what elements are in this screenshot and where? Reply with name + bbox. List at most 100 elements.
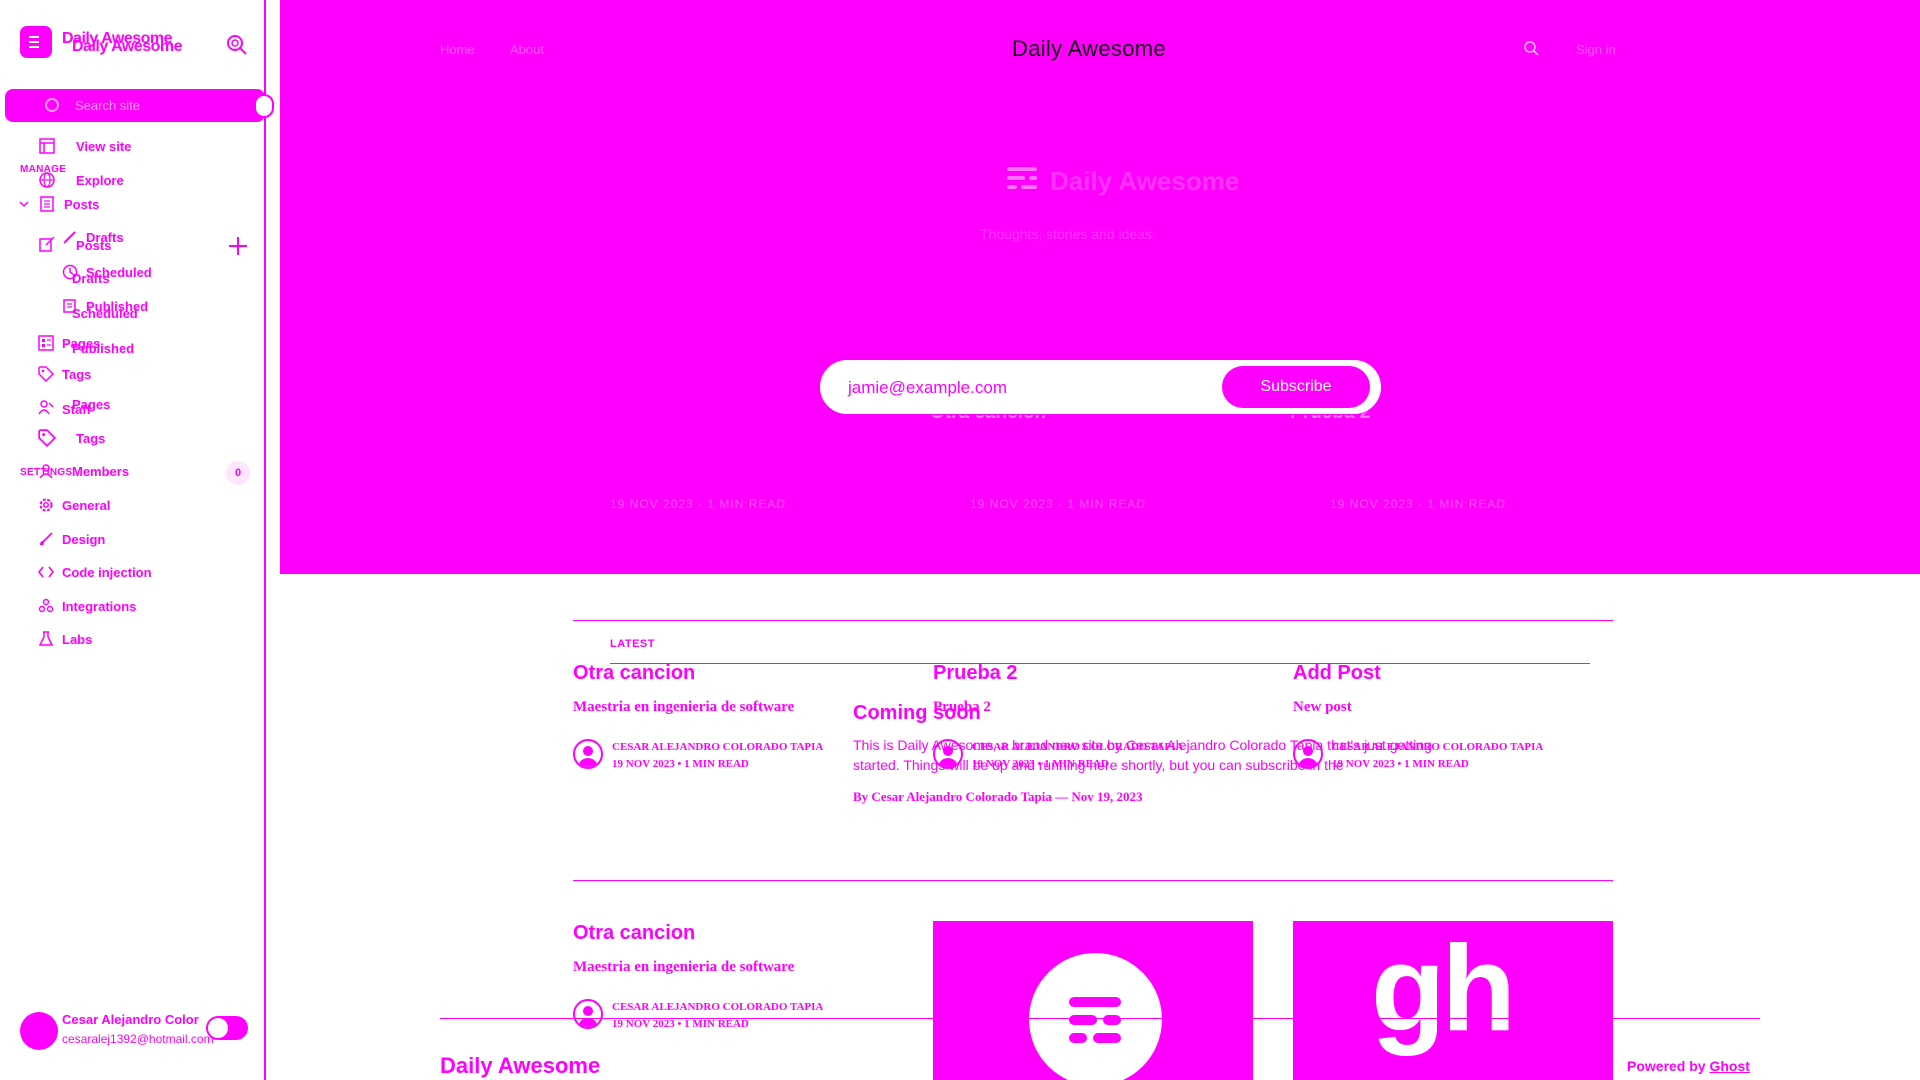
post-author[interactable]: CESAR ALEJANDRO COLORADO TAPIA	[612, 1001, 823, 1013]
dark-mode-toggle[interactable]	[206, 1016, 248, 1040]
post-title[interactable]: Otra cancion	[573, 662, 695, 685]
sidebar-item-view-site[interactable]: View site	[38, 137, 131, 155]
sidebar-item-label: Integrations	[62, 598, 137, 614]
code-icon	[38, 566, 54, 578]
powered-by-label: Powered by	[1627, 1058, 1706, 1074]
doc-icon	[63, 299, 76, 313]
layout-icon	[39, 138, 55, 154]
author-avatar[interactable]	[573, 739, 603, 769]
sidebar-item-label: Labs	[62, 631, 93, 647]
search-icon	[45, 98, 59, 112]
sidebar-item-label: General	[62, 497, 111, 513]
powered-by: Powered by Ghost	[1627, 1058, 1750, 1074]
post-title[interactable]: Add Post	[1293, 662, 1381, 685]
sidebar-item-label: Design	[62, 531, 106, 547]
post-title[interactable]: Prueba 2	[933, 662, 1017, 685]
footer-brand[interactable]: Daily Awesome	[440, 1053, 600, 1079]
site-brand-name-overlap: Daily Awesome	[72, 38, 183, 55]
featured-meta: 19 NOV 2023 · 1 MIN READ	[610, 497, 787, 511]
author-avatar[interactable]	[573, 999, 603, 1029]
subscribe-form: jamie@example.com Subscribe	[820, 360, 1381, 414]
sidebar-item-scheduled[interactable]: Scheduled	[62, 264, 152, 280]
featured-meta: 19 NOV 2023 · 1 MIN READ	[1330, 497, 1507, 511]
pen-icon	[63, 231, 76, 244]
staff-icon	[38, 399, 54, 414]
sidebar-item-label: Scheduled	[86, 264, 152, 280]
search-toggle[interactable]	[254, 94, 274, 118]
sidebar-item-members[interactable]: Members	[38, 463, 129, 479]
sidebar-item-tags[interactable]: Tags	[38, 366, 91, 382]
brush-icon	[40, 532, 53, 545]
post-card-image[interactable]	[933, 921, 1253, 1080]
sidebar-item-labs[interactable]: Labs	[38, 631, 92, 647]
footer-signup-link[interactable]: Sign up	[1072, 1058, 1123, 1074]
search-icon[interactable]	[226, 34, 248, 56]
clock-icon	[62, 264, 78, 280]
doc-icon	[40, 196, 54, 212]
search-placeholder: Search site	[75, 98, 141, 113]
plus-icon[interactable]	[228, 236, 248, 256]
latest-label: LATEST	[610, 638, 655, 650]
sidebar-item-drafts[interactable]: Drafts	[62, 229, 124, 245]
sidebar-item-published[interactable]: Published	[62, 298, 148, 314]
globe-icon	[39, 172, 55, 188]
sidebar-item-label: Tags	[76, 430, 106, 446]
coming-soon-body: This is Daily Awesome, a brand new site …	[853, 737, 1432, 773]
post-meta: 19 NOV 2023 • 1 MIN READ	[612, 758, 749, 770]
nav-link-home[interactable]: Home	[440, 42, 475, 57]
sidebar-item-pages-sub: Pages	[72, 397, 110, 412]
ghost-link[interactable]: Ghost	[1709, 1058, 1749, 1074]
post-excerpt: Maestria en ingenieria de software	[573, 959, 795, 975]
members-icon	[39, 464, 53, 479]
coming-soon-byline: By Cesar Alejandro Colorado Tapia — Nov …	[853, 789, 1143, 804]
card-logo-text: gh	[1371, 921, 1516, 1056]
sidebar-item-posts[interactable]: Posts	[18, 195, 99, 213]
avatar[interactable]	[20, 1012, 58, 1050]
nav-link-about[interactable]: About	[510, 42, 544, 57]
sidebar-item-label: Drafts	[86, 229, 124, 245]
tag-icon	[38, 366, 54, 382]
sign-in-link[interactable]: Sign in	[1576, 42, 1616, 57]
email-field[interactable]: jamie@example.com	[848, 378, 1007, 398]
site-preview: Home About Daily Awesome Sign in Daily A…	[280, 0, 1920, 1080]
sidebar-item-integrations[interactable]: Integrations	[38, 598, 136, 614]
page-title[interactable]: Daily Awesome	[1012, 36, 1166, 62]
pages-icon	[38, 335, 54, 351]
chevron-down-icon	[19, 201, 29, 208]
sidebar-item-label: Code injection	[62, 564, 152, 580]
sidebar-item-label: Posts	[64, 196, 100, 212]
divider	[573, 880, 1613, 881]
user-name[interactable]: Cesar Alejandro Color	[62, 1012, 199, 1027]
sidebar-item-code-injection[interactable]: Code injection	[38, 564, 152, 580]
flask-icon	[38, 631, 54, 646]
post-author[interactable]: CESAR ALEJANDRO COLORADO TAPIA	[612, 741, 823, 753]
sidebar-item-general[interactable]: General	[38, 497, 110, 513]
search-icon[interactable]	[1523, 40, 1539, 56]
sidebar-item-published-sub: Published	[72, 341, 134, 356]
edit-icon	[39, 236, 55, 252]
members-count-badge: 0	[226, 461, 250, 485]
site-header: Home About Daily Awesome Sign in Daily A…	[280, 0, 1920, 574]
divider	[573, 620, 1613, 621]
integrations-icon	[38, 598, 54, 613]
post-excerpt: New post	[1293, 699, 1352, 715]
post-meta: 19 NOV 2023 • 1 MIN READ	[612, 1018, 749, 1030]
publication-name: Daily Awesome	[1050, 166, 1240, 196]
sidebar-item-explore[interactable]: Explore	[38, 171, 124, 189]
search-input[interactable]: Search site	[5, 89, 265, 122]
tag-icon	[38, 429, 56, 447]
post-title[interactable]: Otra cancion	[573, 922, 695, 945]
post-excerpt: Maestria en ingenieria de software	[573, 699, 795, 715]
user-email: cesaralej1392@hotmail.com	[62, 1032, 214, 1046]
publication-description: Thoughts, stories and ideas.	[980, 226, 1156, 242]
gear-icon	[39, 498, 53, 512]
subscribe-button[interactable]: Subscribe	[1222, 366, 1370, 408]
publication-logo-icon	[1007, 163, 1037, 193]
sidebar-item-label: Members	[72, 463, 130, 479]
coming-soon-title[interactable]: Coming soon	[853, 702, 981, 725]
sidebar-item-tags-sub[interactable]: Tags	[38, 429, 105, 447]
sidebar-item-label: View site	[76, 138, 132, 154]
site-logo-icon[interactable]	[20, 26, 52, 58]
sidebar-item-design[interactable]: Design	[38, 531, 105, 547]
post-card-image[interactable]: gh	[1293, 921, 1613, 1080]
